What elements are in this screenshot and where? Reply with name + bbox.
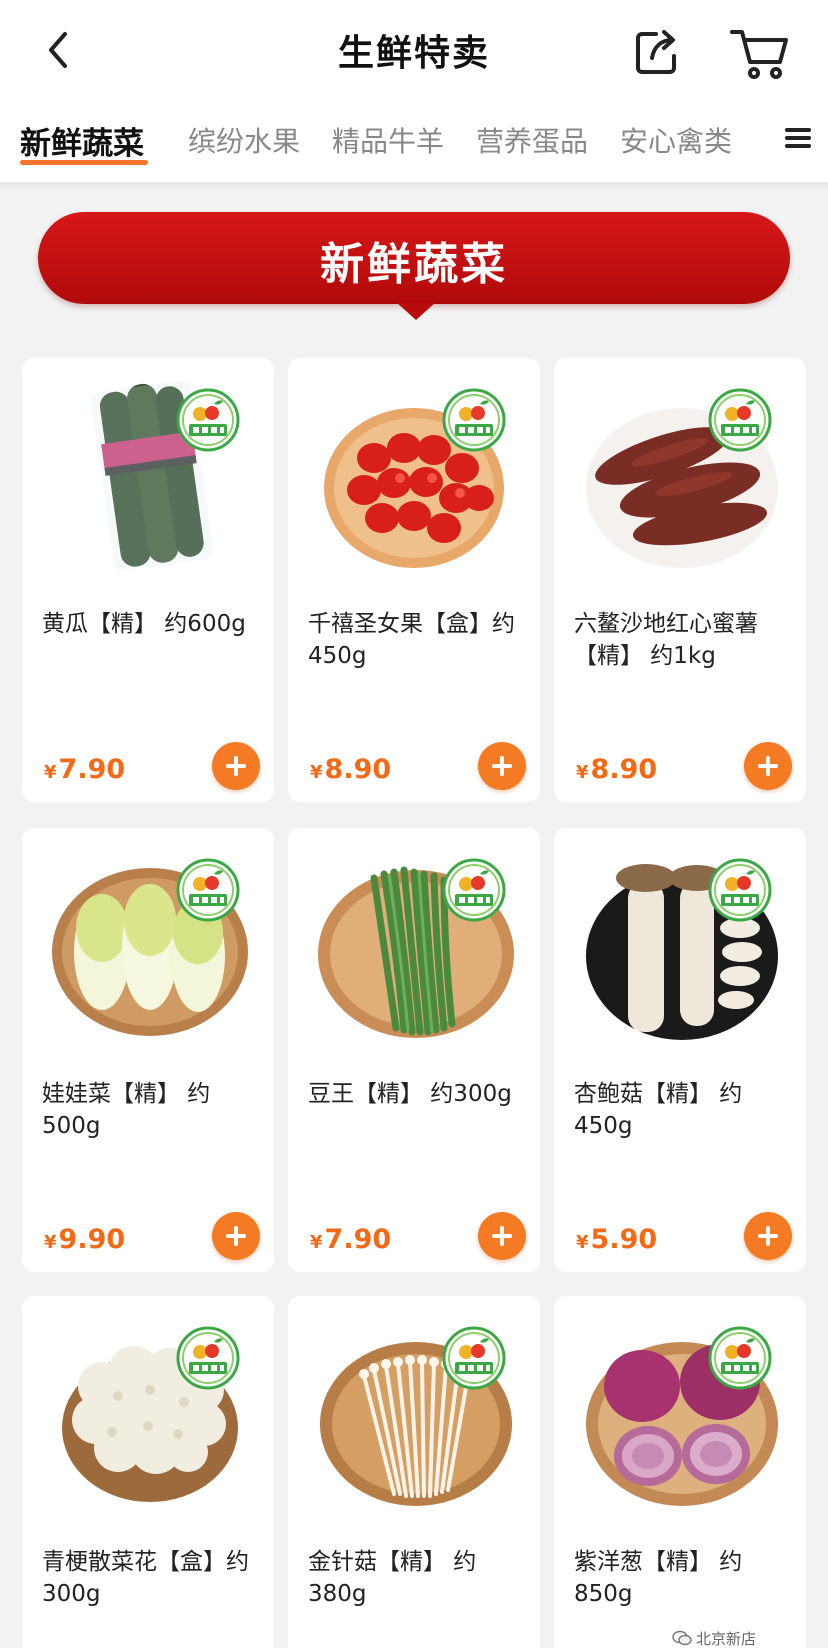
currency-symbol: ¥	[310, 762, 323, 783]
back-arrow-icon	[49, 32, 67, 68]
product-price: ¥5.90	[576, 1224, 657, 1255]
product-name: 紫洋葱【精】 约850g	[574, 1549, 743, 1607]
product-name: 千禧圣女果【盒】约450g	[308, 611, 515, 669]
shopping-cart-icon	[730, 30, 788, 79]
product-card[interactable]: 娃娃菜【精】 约500g ¥9.90	[22, 828, 274, 1272]
product-price: ¥9.90	[44, 1224, 125, 1255]
product-card[interactable]: 杏鲍菇【精】 约450g ¥5.90	[554, 828, 806, 1272]
share-icon	[636, 30, 676, 74]
add-to-cart-button[interactable]	[478, 742, 526, 790]
tab-beef-lamb[interactable]: 精品牛羊	[332, 120, 444, 160]
plus-icon	[226, 1226, 246, 1246]
cart-button[interactable]	[728, 22, 792, 82]
product-price: ¥7.90	[44, 754, 125, 785]
product-card[interactable]: 豆王【精】 约300g ¥7.90	[288, 828, 540, 1272]
top-bar: 生鲜特卖	[0, 0, 828, 100]
menu-icon	[785, 128, 811, 148]
plus-icon	[492, 1226, 512, 1246]
section-banner: 新鲜蔬菜	[38, 212, 790, 304]
farm-logo-badge-icon	[176, 858, 240, 922]
product-name: 金针菇【精】 约380g	[308, 1549, 477, 1607]
farm-logo-badge-icon	[176, 388, 240, 452]
currency-symbol: ¥	[310, 1232, 323, 1253]
plus-icon	[758, 1226, 778, 1246]
plus-icon	[226, 756, 246, 776]
watermark-text: 北京新店	[696, 1629, 757, 1648]
tabs-shadow	[0, 182, 828, 192]
price-value: 9.90	[58, 1224, 126, 1255]
banner-title: 新鲜蔬菜	[320, 239, 508, 290]
product-card[interactable]: 六鳌沙地红心蜜薯【精】 约1kg ¥8.90	[554, 358, 806, 802]
product-price: ¥8.90	[576, 754, 657, 785]
active-tab-indicator	[20, 160, 148, 165]
add-to-cart-button[interactable]	[212, 742, 260, 790]
price-value: 7.90	[58, 754, 126, 785]
product-name: 娃娃菜【精】 约500g	[42, 1081, 211, 1139]
banner-pointer	[396, 302, 436, 320]
price-value: 5.90	[590, 1224, 658, 1255]
plus-icon	[492, 756, 512, 776]
product-name: 豆王【精】 约300g	[308, 1081, 512, 1107]
category-tabs: 新鲜蔬菜 缤纷水果 精品牛羊 营养蛋品 安心禽类	[0, 100, 828, 182]
currency-symbol: ¥	[576, 762, 589, 783]
currency-symbol: ¥	[44, 762, 57, 783]
farm-logo-badge-icon	[708, 858, 772, 922]
product-card[interactable]: 青梗散菜花【盒】约300g	[22, 1296, 274, 1648]
currency-symbol: ¥	[576, 1232, 589, 1253]
product-card[interactable]: 千禧圣女果【盒】约450g ¥8.90	[288, 358, 540, 802]
share-button[interactable]	[628, 24, 684, 80]
wechat-icon	[672, 1630, 692, 1646]
farm-logo-badge-icon	[442, 858, 506, 922]
currency-symbol: ¥	[44, 1232, 57, 1253]
product-card[interactable]: 紫洋葱【精】 约850g	[554, 1296, 806, 1648]
tab-fresh-vegetables[interactable]: 新鲜蔬菜	[20, 118, 144, 163]
farm-logo-badge-icon	[176, 1326, 240, 1390]
product-name: 杏鲍菇【精】 约450g	[574, 1081, 743, 1139]
farm-logo-badge-icon	[442, 1326, 506, 1390]
product-name: 青梗散菜花【盒】约300g	[42, 1549, 249, 1607]
add-to-cart-button[interactable]	[744, 742, 792, 790]
add-to-cart-button[interactable]	[478, 1212, 526, 1260]
category-menu-button[interactable]	[778, 118, 818, 158]
price-value: 8.90	[324, 754, 392, 785]
product-card[interactable]: 黄瓜【精】 约600g ¥7.90	[22, 358, 274, 802]
farm-logo-badge-icon	[708, 388, 772, 452]
product-name: 六鳌沙地红心蜜薯【精】 约1kg	[574, 611, 758, 669]
price-value: 7.90	[324, 1224, 392, 1255]
product-price: ¥8.90	[310, 754, 391, 785]
tab-fruits[interactable]: 缤纷水果	[188, 120, 300, 160]
tab-eggs[interactable]: 营养蛋品	[476, 120, 588, 160]
back-button[interactable]	[30, 22, 86, 78]
product-card[interactable]: 金针菇【精】 约380g	[288, 1296, 540, 1648]
farm-logo-badge-icon	[442, 388, 506, 452]
watermark: 北京新店	[672, 1628, 756, 1648]
add-to-cart-button[interactable]	[212, 1212, 260, 1260]
plus-icon	[758, 756, 778, 776]
add-to-cart-button[interactable]	[744, 1212, 792, 1260]
tab-poultry[interactable]: 安心禽类	[620, 120, 732, 160]
product-name: 黄瓜【精】 约600g	[42, 611, 246, 637]
page-title: 生鲜特卖	[337, 33, 490, 74]
product-price: ¥7.90	[310, 1224, 391, 1255]
farm-logo-badge-icon	[708, 1326, 772, 1390]
price-value: 8.90	[590, 754, 658, 785]
